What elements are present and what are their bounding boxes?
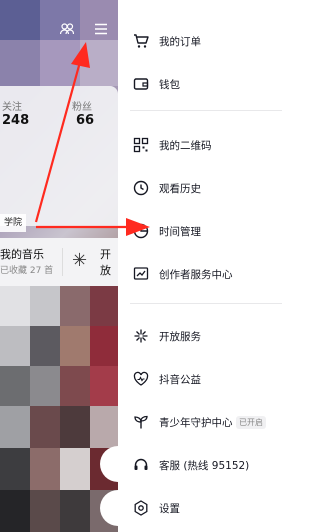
menu-item-youth-protection[interactable]: 青少年守护中心 已开启 bbox=[118, 404, 294, 440]
school-tag[interactable]: 学院 bbox=[0, 214, 27, 232]
separator bbox=[130, 110, 282, 111]
side-drawer: 我的订单 钱包 我的二维码 观看历史 时间管理 创作者服务中心 开放服务 抖音公… bbox=[100, 0, 294, 532]
heart-icon bbox=[132, 370, 150, 388]
menu-item-open-service[interactable]: 开放服务 bbox=[118, 318, 294, 354]
menu-label: 观看历史 bbox=[159, 182, 201, 195]
followers-count[interactable]: 66 bbox=[76, 113, 94, 128]
menu-item-wallet[interactable]: 钱包 bbox=[118, 66, 294, 102]
followers-label: 粉丝 bbox=[72, 102, 92, 113]
following-label: 关注 bbox=[2, 102, 22, 113]
settings-icon bbox=[132, 499, 150, 517]
menu-label: 我的二维码 bbox=[159, 139, 212, 152]
music-title: 我的音乐 bbox=[0, 248, 44, 261]
menu-item-creator-center[interactable]: 创作者服务中心 bbox=[118, 256, 294, 292]
sprout-icon bbox=[132, 413, 150, 431]
profile-background: 关注 248 粉丝 66 学院 我的音乐 已收藏 27 首 ✳ 开放 bbox=[0, 0, 118, 532]
headset-icon bbox=[132, 456, 150, 474]
menu-label: 青少年守护中心 bbox=[159, 416, 233, 429]
menu-label: 创作者服务中心 bbox=[159, 268, 233, 281]
cart-icon bbox=[132, 32, 150, 50]
menu-label: 钱包 bbox=[159, 78, 180, 91]
menu-label: 设置 bbox=[159, 502, 180, 515]
clock-icon bbox=[132, 179, 150, 197]
open-label: 开放 bbox=[100, 248, 111, 277]
status-badge: 已开启 bbox=[236, 415, 266, 429]
menu-item-customer-service[interactable]: 客服 (热线 95152) bbox=[118, 447, 294, 483]
divider bbox=[62, 248, 63, 276]
open-service-icon: ✳ bbox=[72, 250, 88, 271]
menu-item-time-management[interactable]: 时间管理 bbox=[118, 213, 294, 249]
star-icon bbox=[132, 327, 150, 345]
menu-item-charity[interactable]: 抖音公益 bbox=[118, 361, 294, 397]
menu-label: 开放服务 bbox=[159, 330, 201, 343]
menu-item-settings[interactable]: 设置 bbox=[118, 490, 294, 526]
menu-icon[interactable] bbox=[90, 18, 112, 40]
menu-label: 客服 (热线 95152) bbox=[159, 459, 250, 472]
wallet-icon bbox=[132, 75, 150, 93]
qrcode-icon bbox=[132, 136, 150, 154]
menu-item-orders[interactable]: 我的订单 bbox=[118, 23, 294, 59]
profile-stats-card: 关注 248 粉丝 66 bbox=[0, 86, 118, 226]
hourglass-icon bbox=[132, 222, 150, 240]
menu-label: 时间管理 bbox=[159, 225, 201, 238]
following-count[interactable]: 248 bbox=[2, 113, 29, 128]
menu-item-qrcode[interactable]: 我的二维码 bbox=[118, 127, 294, 163]
menu-label: 抖音公益 bbox=[159, 373, 201, 386]
music-card[interactable]: 我的音乐 已收藏 27 首 ✳ 开放 bbox=[0, 238, 118, 286]
music-subtitle: 已收藏 27 首 bbox=[0, 266, 54, 276]
chart-icon bbox=[132, 265, 150, 283]
separator bbox=[130, 303, 282, 304]
friends-icon[interactable] bbox=[56, 18, 78, 40]
menu-label: 我的订单 bbox=[159, 35, 201, 48]
menu-item-history[interactable]: 观看历史 bbox=[118, 170, 294, 206]
